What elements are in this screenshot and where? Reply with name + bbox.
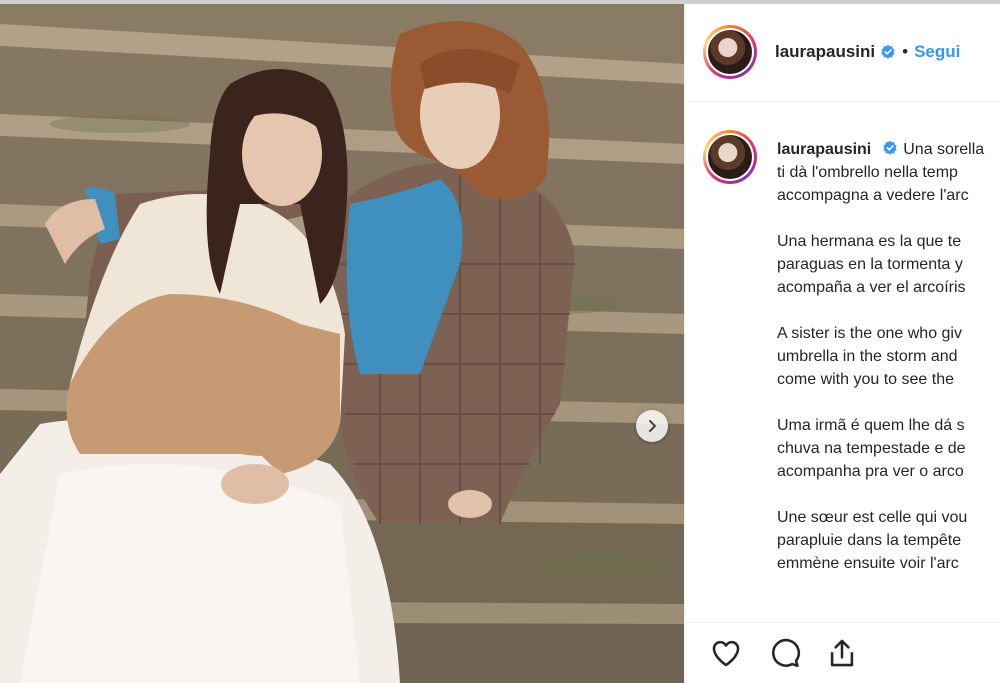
caption-paragraph-en: A sister is the one who giv umbrella in … (777, 322, 1000, 391)
username-link[interactable]: laurapausini (775, 42, 875, 62)
caption-paragraph-pt: Uma irmã é quem lhe dá s chuva na tempes… (777, 414, 1000, 483)
caption-profile-picture (708, 135, 752, 179)
caption-text: laurapausini Una sorella ti dà l'ombrell… (777, 138, 1000, 598)
verified-badge-icon (881, 44, 895, 59)
comment-button[interactable] (765, 634, 803, 672)
post-photo[interactable] (0, 4, 684, 683)
caption-line: emmène ensuite voir l'arc (777, 555, 959, 572)
caption-line: Une sœur est celle qui vou (777, 509, 968, 526)
caption-line: parapluie dans la tempête (777, 532, 962, 549)
post-sidebar: laurapausini • Segui laurapausini Una so… (684, 4, 1000, 683)
chevron-right-icon (649, 420, 656, 432)
caption-line: accompagna a vedere l'arc (777, 187, 969, 204)
caption-username-link[interactable]: laurapausini (777, 141, 871, 158)
share-button[interactable] (823, 634, 861, 672)
verified-badge-icon (883, 140, 897, 155)
caption-line: A sister is the one who giv (777, 325, 962, 342)
caption-line: acompaña a ver el arcoíris (777, 279, 966, 296)
post-header: laurapausini • Segui (685, 4, 1000, 102)
caption-area: laurapausini Una sorella ti dà l'ombrell… (685, 102, 1000, 622)
caption-line: Una sorella (903, 141, 985, 158)
caption-paragraph-es: Una hermana es la que te paraguas en la … (777, 230, 1000, 299)
caption-line: Una hermana es la que te (777, 233, 962, 250)
caption-line: ti dà l'ombrello nella temp (777, 164, 958, 181)
caption-line: umbrella in the storm and (777, 348, 958, 365)
profile-picture (708, 30, 752, 74)
caption-line: Uma irmã é quem lhe dá s (777, 417, 965, 434)
caption-line: acompanha pra ver o arco (777, 463, 964, 480)
next-photo-button[interactable] (636, 410, 668, 442)
caption-line: paraguas en la tormenta y (777, 256, 963, 273)
caption-paragraph-it: laurapausini Una sorella ti dà l'ombrell… (777, 138, 1000, 207)
author-line: laurapausini • Segui (775, 42, 960, 62)
photo-illustration (0, 4, 684, 683)
caption-line: chuva na tempestade e de (777, 440, 966, 457)
comment-icon (772, 638, 801, 668)
avatar[interactable] (703, 25, 757, 79)
caption-avatar[interactable] (703, 130, 757, 184)
heart-icon (712, 640, 740, 667)
action-bar (685, 622, 1000, 683)
separator-dot: • (902, 42, 909, 61)
follow-button[interactable]: Segui (914, 42, 960, 62)
caption-line: come with you to see the (777, 371, 954, 388)
share-icon (830, 639, 854, 667)
caption-paragraph-fr: Une sœur est celle qui vou parapluie dan… (777, 506, 1000, 575)
like-button[interactable] (707, 634, 745, 672)
